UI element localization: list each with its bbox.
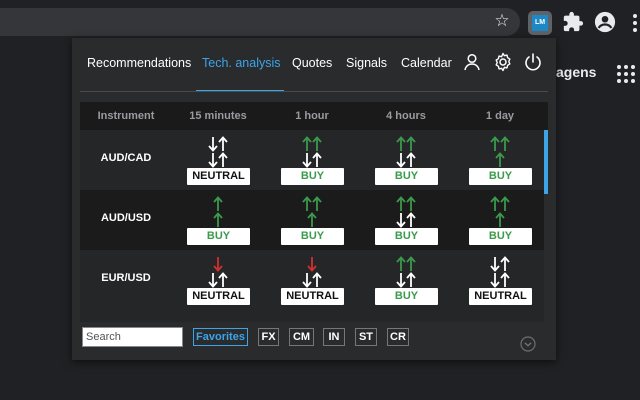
signal-arrows-icon [396, 256, 416, 288]
signal-arrows-icon [490, 256, 510, 288]
signal-cell[interactable]: NEUTRAL [266, 250, 358, 310]
signal-cell[interactable]: BUY [360, 250, 452, 310]
signal-badge: NEUTRAL [187, 288, 250, 305]
filter-in-button[interactable]: IN [323, 328, 345, 346]
header-1-day: 1 day [485, 110, 515, 122]
tab-tech-analysis[interactable]: Tech. analysis [202, 56, 281, 76]
filter-st-button[interactable]: ST [355, 328, 377, 346]
browser-menu-icon[interactable] [630, 12, 640, 34]
signal-cell[interactable]: BUY [266, 190, 358, 250]
background-page-text: agens [556, 64, 597, 80]
instrument-name: AUD/USD [100, 212, 152, 224]
signal-arrows-icon [208, 257, 228, 288]
table-scrollbar[interactable] [544, 130, 548, 194]
table-row[interactable]: AUD/USD BUY BUY BUY BUY [80, 190, 544, 250]
table-row-partial [80, 310, 544, 322]
filter-fx-button[interactable]: FX [258, 328, 279, 346]
signal-badge: BUY [187, 228, 250, 245]
account-avatar-icon[interactable] [594, 11, 616, 33]
user-icon[interactable] [462, 52, 482, 72]
tab-signals[interactable]: Signals [346, 56, 387, 76]
signal-arrows-icon [213, 196, 223, 227]
signal-badge: BUY [375, 288, 438, 305]
signal-cell[interactable]: BUY [172, 190, 264, 250]
header-15-minutes: 15 minutes [189, 110, 247, 122]
signal-badge: BUY [469, 228, 532, 245]
header-1-hour: 1 hour [295, 110, 329, 122]
signal-arrows-icon [302, 257, 322, 288]
signal-cell[interactable]: NEUTRAL [172, 130, 264, 190]
chevron-down-icon[interactable] [520, 336, 536, 352]
signal-badge: BUY [375, 228, 438, 245]
signal-cell[interactable]: BUY [360, 190, 452, 250]
extension-popup: Recommendations Tech. analysis Quotes Si… [72, 38, 556, 360]
extension-logo-icon: LM [532, 15, 548, 31]
signal-badge: NEUTRAL [187, 168, 250, 185]
filter-cm-button[interactable]: CM [289, 328, 314, 346]
bookmark-star-icon[interactable]: ☆ [492, 11, 512, 31]
signal-arrows-icon [396, 196, 416, 228]
extension-button[interactable]: LM [528, 11, 552, 35]
address-bar[interactable] [0, 8, 520, 36]
signal-cell[interactable]: BUY [454, 190, 546, 250]
power-icon[interactable] [523, 52, 543, 72]
search-input[interactable] [82, 327, 183, 347]
tab-calendar[interactable]: Calendar [401, 56, 452, 76]
table-row[interactable]: AUD/CAD NEUTRAL BUY BUY BUY [80, 130, 544, 190]
signal-cell[interactable]: NEUTRAL [454, 250, 546, 310]
signal-badge: BUY [469, 168, 532, 185]
extensions-puzzle-icon[interactable] [562, 11, 584, 33]
instrument-name: EUR/USD [101, 272, 151, 284]
gear-icon[interactable] [493, 52, 513, 72]
table-header: Instrument 15 minutes 1 hour 4 hours 1 d… [80, 102, 548, 130]
signal-cell[interactable]: BUY [266, 130, 358, 190]
signal-badge: BUY [375, 168, 438, 185]
signal-cell[interactable]: BUY [454, 130, 546, 190]
tab-recommendations[interactable]: Recommendations [87, 56, 191, 76]
header-4-hours: 4 hours [386, 110, 426, 122]
popup-nav: Recommendations Tech. analysis Quotes Si… [72, 38, 556, 92]
filter-cr-button[interactable]: CR [387, 328, 409, 346]
signal-arrows-icon [302, 136, 322, 168]
signal-badge: NEUTRAL [469, 288, 532, 305]
signal-badge: BUY [281, 228, 344, 245]
instrument-name: AUD/CAD [100, 152, 152, 164]
tech-analysis-table: Instrument 15 minutes 1 hour 4 hours 1 d… [80, 102, 548, 322]
signal-cell[interactable]: BUY [360, 130, 452, 190]
signal-arrows-icon [396, 136, 416, 168]
tab-quotes[interactable]: Quotes [292, 56, 332, 76]
nav-divider [80, 91, 548, 92]
signal-cell[interactable]: NEUTRAL [172, 250, 264, 310]
signal-arrows-icon [490, 196, 510, 227]
signal-arrows-icon [208, 136, 228, 168]
signal-badge: BUY [281, 168, 344, 185]
signal-arrows-icon [490, 136, 510, 167]
favorites-button[interactable]: Favorites [193, 328, 248, 346]
signal-arrows-icon [302, 196, 322, 227]
table-row[interactable]: EUR/USD NEUTRAL NEUTRAL BUY NEUTRAL [80, 250, 544, 310]
apps-grid-icon[interactable] [616, 64, 636, 84]
signal-badge: NEUTRAL [281, 288, 344, 305]
header-instrument: Instrument [97, 110, 155, 122]
